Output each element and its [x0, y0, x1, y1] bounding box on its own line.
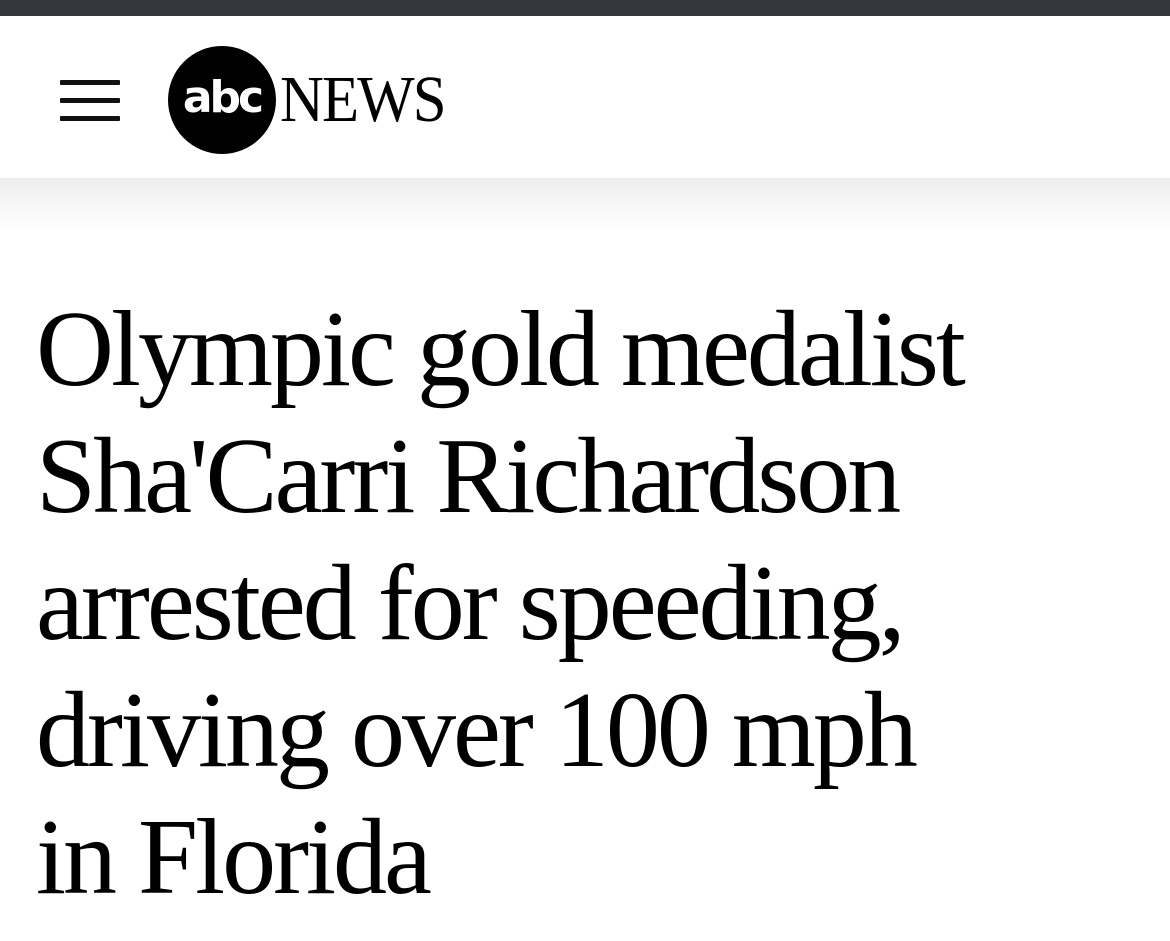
news-logo-text: NEWS [280, 63, 447, 136]
header-shadow [0, 178, 1170, 230]
hamburger-menu-icon[interactable] [60, 80, 120, 122]
abc-logo-circle: abc [168, 46, 276, 154]
abc-logo-text: abc [182, 72, 264, 123]
menu-bar-middle [60, 98, 120, 103]
abc-news-logo[interactable]: abc NEWS [168, 46, 498, 156]
status-bar-strip [0, 0, 1170, 16]
article-headline: Olympic gold medalist Sha'Carri Richards… [36, 290, 966, 917]
menu-bar-top [60, 80, 120, 85]
menu-bar-bottom [60, 116, 120, 121]
